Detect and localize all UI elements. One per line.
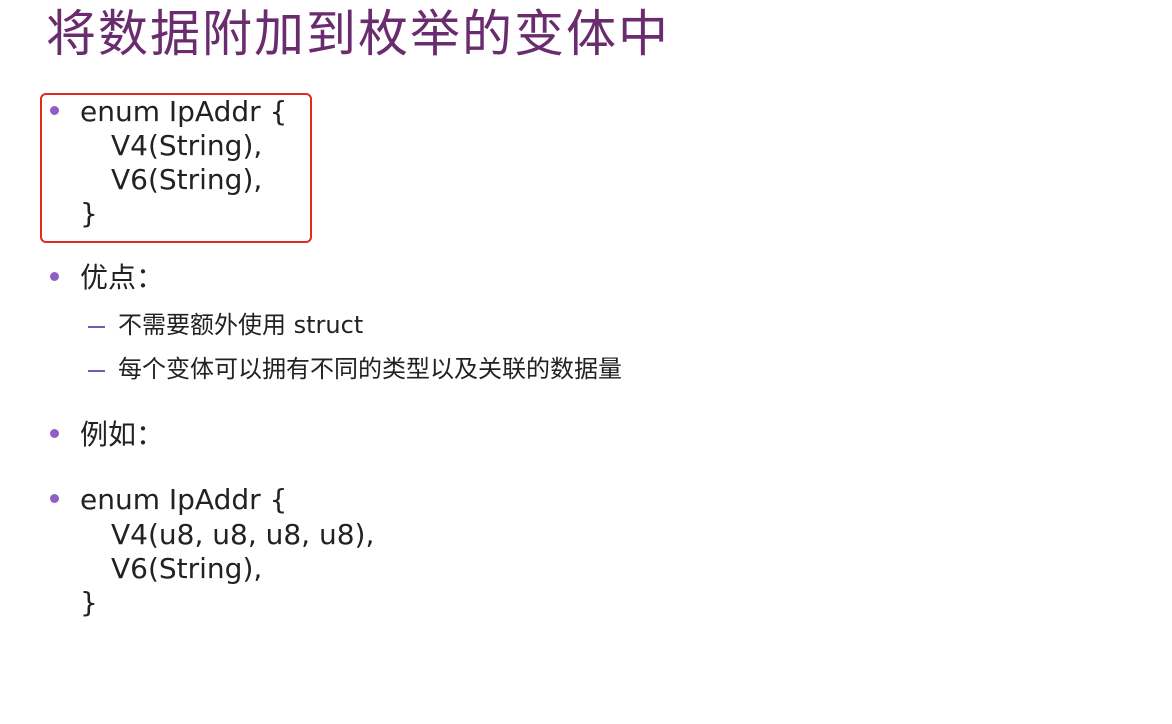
sub-bullet-dash (88, 326, 105, 328)
advantages-label: 优点： (80, 261, 165, 294)
code-line: V4(String), (111, 129, 263, 162)
example-label: 例如： (80, 418, 165, 451)
code-line: V6(String), (111, 552, 263, 585)
code-line: V6(String), (111, 163, 263, 196)
bullet-point (50, 494, 59, 503)
bullet-point (50, 106, 59, 115)
code-line: } (80, 197, 98, 230)
page-title: 将数据附加到枚举的变体中 (46, 5, 670, 63)
code-line: enum IpAddr { (80, 95, 288, 128)
sub-bullet-dash (88, 370, 105, 372)
bullet-point (50, 429, 59, 438)
bullet-point (50, 272, 59, 281)
advantage-item: 不需要额外使用 struct (118, 311, 364, 339)
code-line: } (80, 586, 98, 619)
advantage-item: 每个变体可以拥有不同的类型以及关联的数据量 (118, 355, 622, 383)
code-line: enum IpAddr { (80, 483, 288, 516)
code-line: V4(u8, u8, u8, u8), (111, 518, 375, 551)
